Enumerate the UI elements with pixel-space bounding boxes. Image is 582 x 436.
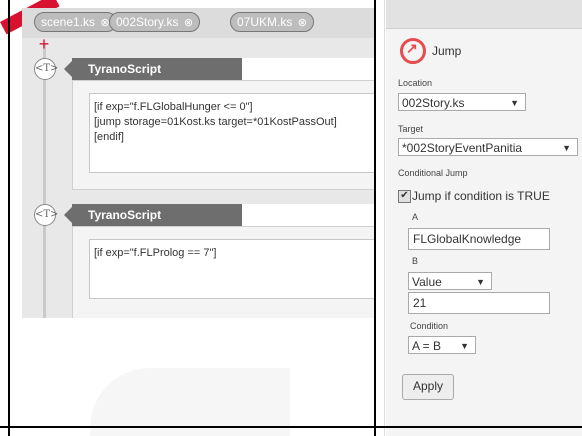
divider — [8, 0, 10, 436]
jump-icon — [400, 38, 426, 64]
condition-label: Condition — [410, 321, 449, 331]
code-textarea[interactable]: [if exp="f.FLProlog == 7"] — [89, 239, 374, 299]
tab-scene1[interactable]: scene1.ks ⊗ — [34, 12, 117, 32]
target-value: *002StoryEventPanitia — [402, 141, 523, 155]
dropdown-arrow-icon: ▼ — [510, 98, 519, 108]
location-select[interactable]: 002Story.ks ▼ — [398, 93, 526, 111]
b-type-select[interactable]: Value ▼ — [408, 272, 492, 290]
timeline-line — [43, 44, 46, 318]
tyranoscript-node-icon: <T> — [34, 58, 58, 80]
block-body: [if exp="f.FLGlobalHunger <= 0"] [jump s… — [72, 80, 374, 190]
conditional-label: Conditional Jump — [398, 168, 468, 178]
tab-label: scene1.ks — [41, 15, 96, 29]
dropdown-arrow-icon: ▼ — [460, 341, 469, 351]
dropdown-arrow-icon: ▼ — [562, 143, 571, 153]
b-value-field[interactable]: 21 — [408, 292, 550, 314]
block-title: TyranoScript — [64, 58, 242, 80]
script-editor-panel: scene1.ks ⊗ 002Story.ks ⊗ 07UKM.ks ⊗ + <… — [22, 8, 374, 318]
code-textarea[interactable]: [if exp="f.FLGlobalHunger <= 0"] [jump s… — [89, 93, 374, 173]
target-label: Target — [398, 124, 424, 134]
location-value: 002Story.ks — [402, 96, 465, 110]
target-select[interactable]: *002StoryEventPanitia ▼ — [398, 138, 578, 156]
condition-checkbox[interactable]: ✔ — [398, 190, 411, 203]
divider — [374, 0, 376, 436]
b-type-value: Value — [412, 275, 442, 289]
a-field[interactable]: FLGlobalKnowledge — [408, 228, 550, 250]
jump-properties-panel: Jump Location 002Story.ks ▼ Target *002S… — [386, 0, 582, 436]
panel-title: Jump — [432, 44, 462, 58]
dropdown-arrow-icon: ▼ — [476, 277, 485, 287]
a-label: A — [412, 212, 419, 222]
apply-button[interactable]: Apply — [402, 374, 454, 400]
panel-header-bar — [386, 0, 582, 29]
checkbox-label[interactable]: Jump if condition is TRUE — [412, 189, 550, 203]
file-tab-bar: scene1.ks ⊗ 002Story.ks ⊗ 07UKM.ks ⊗ — [22, 8, 374, 38]
close-icon[interactable]: ⊗ — [298, 14, 307, 32]
tab-07ukm[interactable]: 07UKM.ks ⊗ — [230, 12, 314, 32]
tyranoscript-node-icon: <T> — [34, 204, 58, 226]
tab-002story[interactable]: 002Story.ks ⊗ — [109, 12, 201, 32]
divider — [0, 426, 582, 428]
condition-select[interactable]: A = B ▼ — [408, 336, 476, 354]
tab-label: 07UKM.ks — [237, 15, 293, 29]
tab-label: 002Story.ks — [116, 15, 179, 29]
b-label: B — [412, 256, 419, 266]
block-header[interactable]: TyranoScript — [64, 58, 374, 80]
block-body: [if exp="f.FLProlog == 7"] — [72, 226, 374, 318]
location-label: Location — [398, 78, 433, 88]
close-icon[interactable]: ⊗ — [184, 14, 193, 32]
add-block-icon[interactable]: + — [36, 35, 52, 53]
block-header[interactable]: TyranoScript — [64, 204, 374, 226]
block-title: TyranoScript — [64, 204, 242, 226]
divider — [384, 0, 385, 436]
condition-value: A = B — [412, 339, 442, 353]
